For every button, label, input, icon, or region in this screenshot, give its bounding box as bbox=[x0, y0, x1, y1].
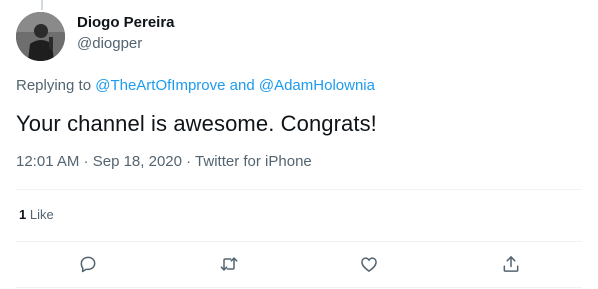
divider bbox=[16, 241, 582, 242]
divider bbox=[16, 287, 582, 288]
tweet-metadata: 12:01 AM · Sep 18, 2020 · Twitter for iP… bbox=[16, 153, 312, 170]
author-display-name[interactable]: Diogo Pereira bbox=[77, 14, 175, 31]
like-button[interactable] bbox=[355, 250, 383, 278]
divider bbox=[16, 189, 582, 190]
reply-icon bbox=[80, 256, 96, 273]
mention-link[interactable]: @AdamHolownia bbox=[259, 77, 375, 94]
retweet-button[interactable] bbox=[215, 250, 243, 278]
replying-to-line: Replying to @TheArtOfImprove and @AdamHo… bbox=[16, 77, 375, 94]
mention-link[interactable]: @TheArtOfImprove bbox=[95, 77, 225, 94]
share-button[interactable] bbox=[497, 250, 525, 278]
tweet-date[interactable]: Sep 18, 2020 bbox=[93, 153, 182, 170]
meta-separator: · bbox=[79, 153, 93, 170]
tweet-source[interactable]: Twitter for iPhone bbox=[195, 153, 312, 170]
mention-conjunction[interactable]: and bbox=[225, 77, 258, 94]
thread-connector-line bbox=[41, 0, 43, 10]
tweet-text: Your channel is awesome. Congrats! bbox=[16, 111, 377, 136]
avatar[interactable] bbox=[16, 12, 65, 61]
author-handle[interactable]: @diogper bbox=[77, 35, 142, 52]
share-icon bbox=[503, 256, 519, 272]
tweet-time[interactable]: 12:01 AM bbox=[16, 153, 79, 170]
reply-button[interactable] bbox=[74, 250, 102, 278]
likes-stat[interactable]: 1 Like bbox=[19, 207, 54, 222]
retweet-icon bbox=[220, 257, 238, 271]
replying-to-prefix: Replying to bbox=[16, 77, 96, 94]
like-icon bbox=[361, 257, 377, 272]
like-label: Like bbox=[26, 207, 54, 222]
meta-separator: · bbox=[181, 153, 196, 170]
avatar-photo bbox=[16, 12, 65, 61]
